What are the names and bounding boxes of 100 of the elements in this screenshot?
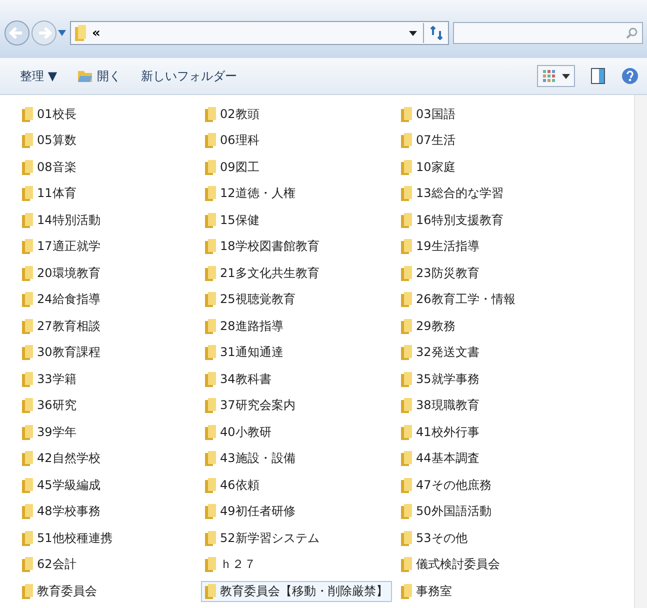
folder-icon [22,345,33,360]
view-button[interactable] [537,65,575,87]
folder-icon [205,504,216,520]
folder-item[interactable]: 20環境教育 [18,262,104,284]
folder-item[interactable]: 15保健 [201,210,264,231]
folder-item[interactable]: 42自然学校 [18,448,104,470]
folder-item[interactable]: 25視聴覚教育 [201,289,300,310]
folder-icon [401,451,412,466]
folder-item[interactable]: 51他校種連携 [18,528,116,549]
folder-item[interactable]: 52新学習システム [201,528,324,549]
search-field[interactable] [453,22,643,44]
folder-item[interactable]: 17適正就学 [18,236,104,258]
folder-icon [205,239,216,254]
folder-icon [22,424,33,440]
folder-item[interactable]: 11体育 [18,183,80,204]
dropdown-icon[interactable] [409,30,417,36]
folder-item[interactable]: 事務室 [397,580,456,602]
folder-item[interactable]: 53その他 [397,528,472,549]
folder-item[interactable]: 50外国語活動 [397,501,496,522]
folder-item[interactable]: 05算数 [18,130,80,152]
folder-item[interactable]: 02教頭 [201,104,264,125]
folder-icon [22,266,33,281]
address-path: « [92,26,100,40]
folder-item[interactable]: ｈ２７ [201,554,260,576]
address-bar[interactable]: « [70,21,449,45]
preview-pane-icon[interactable] [591,68,605,84]
folder-item[interactable]: 32発送文書 [397,342,484,364]
folder-item[interactable]: 34教科書 [201,368,276,390]
new-folder-button[interactable]: 新しいフォルダー [135,64,244,88]
folder-icon [401,239,412,254]
scrollbar[interactable] [634,95,647,608]
folder-icon [22,186,33,202]
folder-icon [401,398,412,414]
folder-icon [205,372,216,387]
folder-item[interactable]: 45学級編成 [18,474,104,496]
folder-icon [22,318,33,334]
folder-item[interactable]: 18学校図書館教育 [201,236,324,258]
folder-item[interactable]: 39学年 [18,422,80,443]
folder-icon [22,584,33,599]
folder-icon [22,398,33,414]
folder-item[interactable]: 14特別活動 [18,210,104,231]
folder-icon [401,530,412,546]
folder-item[interactable]: 21多文化共生教育 [201,262,324,284]
folder-item[interactable]: 28進路指導 [201,316,288,337]
forward-button[interactable] [31,20,57,46]
search-icon [626,27,638,39]
folder-icon [401,504,412,520]
folder-item[interactable]: 06理科 [201,130,264,152]
refresh-icon[interactable] [430,26,444,40]
folder-icon [205,584,216,599]
folder-item[interactable]: 09図工 [201,156,264,178]
folder-item[interactable]: 08音楽 [18,156,80,178]
folder-item[interactable]: 16特別支援教育 [397,210,508,231]
folder-icon [401,372,412,387]
folder-item[interactable]: 27教育相談 [18,316,104,337]
folder-item[interactable]: 26教育工学・情報 [397,289,520,310]
recent-pages-icon[interactable] [58,30,66,36]
folder-item[interactable]: 教育委員会【移動・削除厳禁】 [201,580,392,602]
back-button[interactable] [4,20,30,46]
folder-icon [401,345,412,360]
folder-icon [401,292,412,308]
folder-item[interactable]: 43施設・設備 [201,448,300,470]
folder-item[interactable]: 44基本調査 [397,448,484,470]
folder-item[interactable]: 37研究会案内 [201,395,300,416]
folder-icon [205,398,216,414]
folder-icon [401,557,412,572]
folder-icon [22,530,33,546]
open-button[interactable]: 開く [71,64,128,88]
folder-item[interactable]: 49初任者研修 [201,501,300,522]
folder-item[interactable]: 31通知通達 [201,342,288,364]
folder-item[interactable]: 儀式検討委員会 [397,554,504,576]
folder-item[interactable]: 38現職教育 [397,395,484,416]
folder-icon [205,160,216,175]
folder-item[interactable]: 19生活指導 [397,236,484,258]
folder-item[interactable]: 30教育課程 [18,342,104,364]
folder-item[interactable]: 13総合的な学習 [397,183,508,204]
folder-item[interactable]: 23防災教育 [397,262,484,284]
folder-item[interactable]: 36研究 [18,395,80,416]
folder-item[interactable]: 29教務 [397,316,460,337]
folder-item[interactable]: 24給食指導 [18,289,104,310]
folder-item[interactable]: 07生活 [397,130,460,152]
folder-item[interactable]: 47その他庶務 [397,474,496,496]
folder-item[interactable]: 62会計 [18,554,80,576]
folder-item[interactable]: 48学校事務 [18,501,104,522]
folder-icon [205,345,216,360]
folder-item[interactable]: 41校外行事 [397,422,484,443]
folder-item[interactable]: 40小教研 [201,422,276,443]
folder-item[interactable]: 35就学事務 [397,368,484,390]
folder-item[interactable]: 46依頼 [201,474,264,496]
view-grid-icon [542,69,556,83]
folder-icon [401,584,412,599]
folder-item[interactable]: 12道徳・人権 [201,183,300,204]
folder-item[interactable]: 10家庭 [397,156,460,178]
dropdown-icon [562,74,570,78]
organize-button[interactable]: 整理 ▼ [14,64,64,88]
folder-item[interactable]: 01校長 [18,104,80,125]
folder-item[interactable]: 33学籍 [18,368,80,390]
folder-item[interactable]: 03国語 [397,104,460,125]
folder-item[interactable]: 教育委員会 [18,580,101,602]
help-icon[interactable] [621,67,639,85]
